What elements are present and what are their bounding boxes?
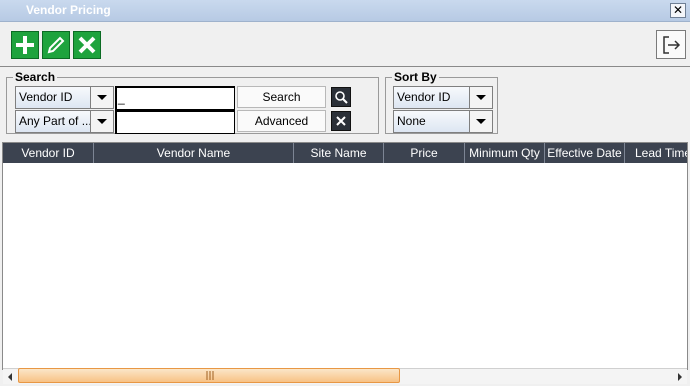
column-header-lead-time[interactable]: Lead Time (625, 143, 687, 163)
vendor-grid[interactable] (2, 142, 688, 370)
clear-search-button[interactable] (331, 111, 351, 131)
exit-button[interactable] (656, 30, 686, 59)
plus-icon (16, 36, 34, 54)
column-header-effective-date[interactable]: Effective Date (545, 143, 625, 163)
sortby-legend: Sort By (394, 70, 437, 84)
grid-header: Vendor ID Vendor Name Site Name Price Mi… (3, 143, 687, 163)
search-field-value: Vendor ID (16, 87, 91, 108)
search-match-select[interactable]: Any Part of ... (15, 110, 114, 133)
scroll-right-icon[interactable] (676, 371, 684, 385)
add-button[interactable] (11, 31, 39, 59)
sort-secondary-select[interactable]: None (393, 110, 493, 133)
exit-icon (663, 35, 681, 54)
search-input-text: _ (118, 91, 125, 105)
chevron-down-icon[interactable] (470, 87, 492, 108)
search-go-button[interactable] (331, 87, 351, 107)
chevron-down-icon[interactable] (470, 111, 492, 132)
search-input-2[interactable] (115, 110, 235, 134)
pencil-icon (47, 36, 65, 54)
advanced-button[interactable]: Advanced (237, 110, 326, 132)
column-header-minimum-qty[interactable]: Minimum Qty (465, 143, 545, 163)
column-header-site-name[interactable]: Site Name (294, 143, 384, 163)
column-header-price[interactable]: Price (384, 143, 465, 163)
search-legend: Search (15, 70, 56, 84)
close-icon (336, 116, 346, 126)
search-icon (335, 91, 348, 104)
sort-primary-select[interactable]: Vendor ID (393, 86, 493, 109)
chevron-down-icon[interactable] (91, 111, 113, 132)
scrollbar-thumb[interactable] (18, 368, 400, 383)
window-title: Vendor Pricing (26, 3, 111, 17)
x-icon (78, 36, 96, 54)
delete-button[interactable] (73, 31, 101, 59)
edit-button[interactable] (42, 31, 70, 59)
sort-secondary-value: None (394, 111, 470, 132)
search-field-select[interactable]: Vendor ID (15, 86, 114, 109)
toolbar (0, 22, 690, 67)
grip-icon (206, 371, 214, 380)
sort-primary-value: Vendor ID (394, 87, 470, 108)
search-button[interactable]: Search (237, 86, 326, 108)
search-input[interactable]: _ (115, 86, 235, 110)
title-bar: Vendor Pricing ✕ (0, 0, 690, 22)
scroll-left-icon[interactable] (6, 371, 14, 385)
column-header-vendor-id[interactable]: Vendor ID (3, 143, 94, 163)
column-header-vendor-name[interactable]: Vendor Name (94, 143, 294, 163)
close-button[interactable]: ✕ (670, 3, 686, 18)
search-match-value: Any Part of ... (16, 111, 91, 132)
chevron-down-icon[interactable] (91, 87, 113, 108)
